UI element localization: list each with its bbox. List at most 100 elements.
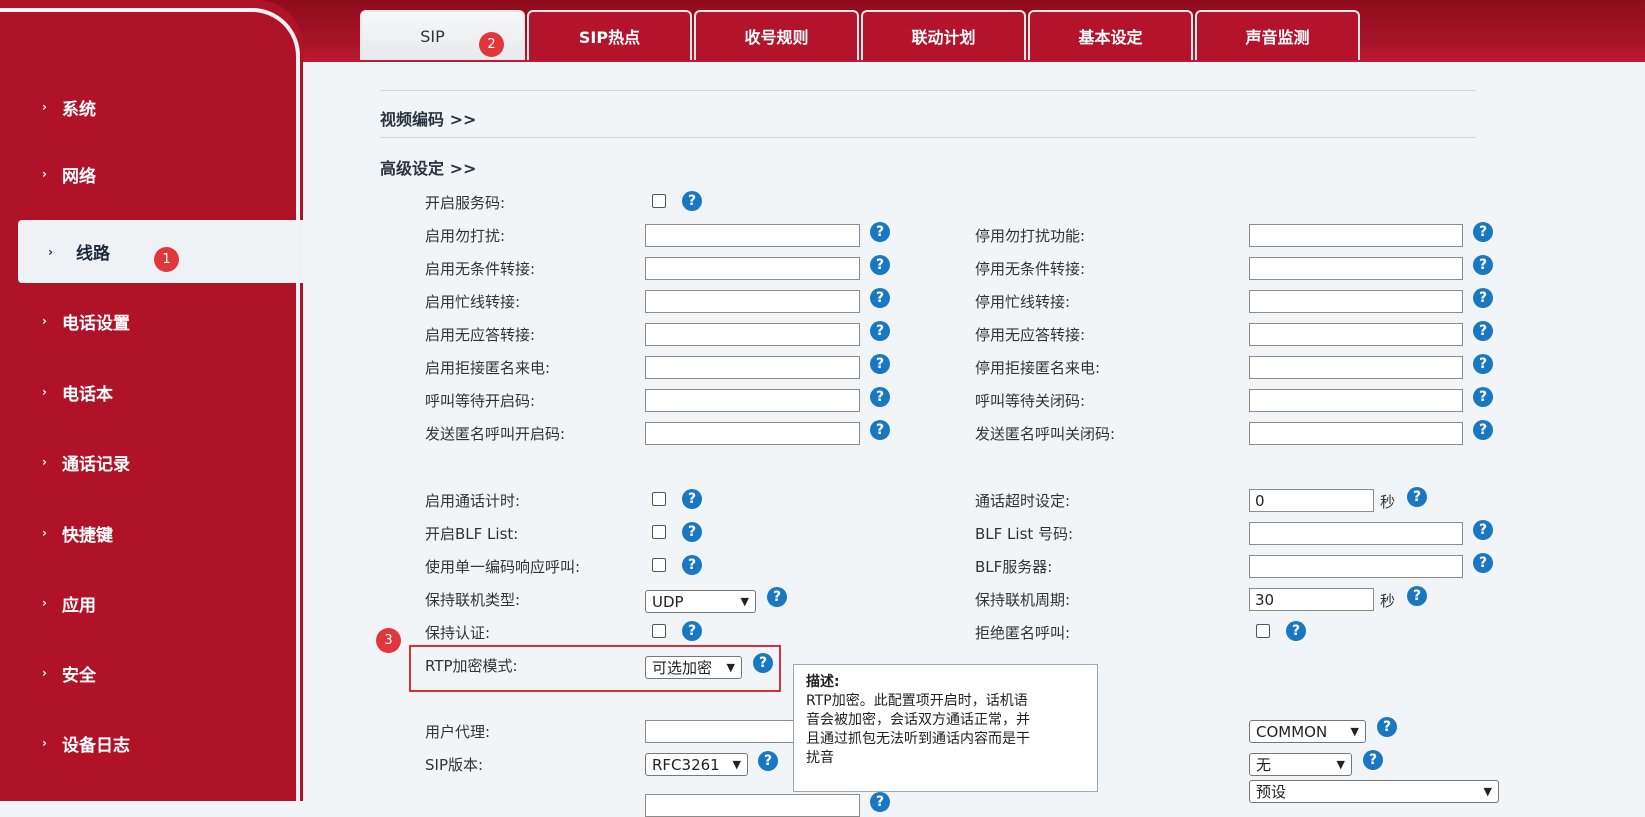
cfb-off-input[interactable] bbox=[1249, 290, 1463, 313]
enable-service-code-label: 开启服务码: bbox=[425, 194, 506, 212]
section-advanced[interactable]: 高级设定 >> bbox=[380, 155, 476, 179]
sidebar-item-device-log[interactable]: › 设备日志 bbox=[0, 712, 303, 774]
help-icon[interactable]: ? bbox=[1363, 750, 1383, 770]
cfb-off-label: 停用忙线转接: bbox=[975, 293, 1071, 311]
help-icon[interactable]: ? bbox=[1473, 255, 1493, 275]
section-video-codec[interactable]: 视频编码 >> bbox=[380, 106, 476, 130]
help-icon[interactable]: ? bbox=[870, 222, 890, 242]
tab-basic-settings[interactable]: 基本设定 bbox=[1028, 10, 1193, 60]
chevron-down-icon: ▼ bbox=[1336, 758, 1345, 771]
call-timeout-input[interactable]: 0 bbox=[1249, 489, 1374, 512]
help-icon[interactable]: ? bbox=[1473, 354, 1493, 374]
help-icon[interactable]: ? bbox=[1407, 586, 1427, 606]
reject-anon-off-input[interactable] bbox=[1249, 356, 1463, 379]
help-icon[interactable]: ? bbox=[753, 653, 773, 673]
help-icon[interactable]: ? bbox=[1473, 222, 1493, 242]
help-icon[interactable]: ? bbox=[870, 792, 890, 812]
dnd-on-input[interactable] bbox=[645, 224, 860, 247]
help-icon[interactable]: ? bbox=[1473, 321, 1493, 341]
dnd-off-input[interactable] bbox=[1249, 224, 1463, 247]
blf-number-input[interactable] bbox=[1249, 522, 1463, 545]
help-icon[interactable]: ? bbox=[870, 387, 890, 407]
blf-list-checkbox[interactable] bbox=[652, 525, 666, 539]
help-icon[interactable]: ? bbox=[1286, 621, 1306, 641]
help-icon[interactable]: ? bbox=[1407, 487, 1427, 507]
help-icon[interactable]: ? bbox=[1473, 387, 1493, 407]
tab-label: 收号规则 bbox=[744, 28, 809, 47]
chevron-right-icon: › bbox=[42, 526, 47, 540]
none-select[interactable]: 无 ▼ bbox=[1249, 753, 1352, 776]
enable-service-code-checkbox[interactable] bbox=[652, 194, 666, 208]
sidebar-item-network[interactable]: › 网络 bbox=[0, 143, 303, 205]
cfna-on-input[interactable] bbox=[645, 323, 860, 346]
cfb-on-label: 启用忙线转接: bbox=[425, 293, 521, 311]
chevron-down-icon: ▼ bbox=[732, 758, 741, 771]
keepalive-auth-checkbox[interactable] bbox=[652, 624, 666, 638]
help-icon[interactable]: ? bbox=[870, 321, 890, 341]
rtp-mode-label: RTP加密模式: bbox=[425, 657, 518, 675]
call-timer-checkbox[interactable] bbox=[652, 492, 666, 506]
blf-server-input[interactable] bbox=[1249, 555, 1463, 578]
help-icon[interactable]: ? bbox=[1473, 288, 1493, 308]
tab-label: 声音监测 bbox=[1245, 28, 1310, 47]
step-badge-2: 2 bbox=[479, 32, 504, 57]
sidebar-item-phonebook[interactable]: › 电话本 bbox=[0, 361, 303, 423]
cw-off-input[interactable] bbox=[1249, 389, 1463, 412]
local-port-input[interactable] bbox=[645, 794, 860, 817]
sidebar-item-shortcuts[interactable]: › 快捷键 bbox=[0, 502, 303, 564]
seconds-unit: 秒 bbox=[1380, 493, 1396, 511]
common-select[interactable]: COMMON ▼ bbox=[1249, 720, 1366, 743]
tab-sound-monitor[interactable]: 声音监测 bbox=[1195, 10, 1360, 60]
keepalive-period-input[interactable]: 30 bbox=[1249, 588, 1374, 611]
blf-server-label: BLF服务器: bbox=[975, 558, 1053, 576]
sidebar-item-call-log[interactable]: › 通话记录 bbox=[0, 431, 303, 493]
help-icon[interactable]: ? bbox=[870, 354, 890, 374]
help-icon[interactable]: ? bbox=[870, 420, 890, 440]
sidebar-item-security[interactable]: › 安全 bbox=[0, 642, 303, 704]
tab-sip-hotspot[interactable]: SIP热点 bbox=[527, 10, 692, 60]
rtp-mode-select[interactable]: 可选加密 ▼ bbox=[645, 656, 742, 679]
reject-anon-on-input[interactable] bbox=[645, 356, 860, 379]
cfna-off-label: 停用无应答转接: bbox=[975, 326, 1086, 344]
help-icon[interactable]: ? bbox=[1377, 717, 1397, 737]
help-icon[interactable]: ? bbox=[1473, 520, 1493, 540]
user-agent-input[interactable] bbox=[645, 720, 795, 743]
chevron-right-icon: › bbox=[42, 314, 47, 328]
chevron-down-icon: ▼ bbox=[726, 661, 735, 674]
sidebar-item-system[interactable]: › 系统 bbox=[0, 76, 303, 138]
tab-linkage-plan[interactable]: 联动计划 bbox=[861, 10, 1026, 60]
keepalive-type-select[interactable]: UDP ▼ bbox=[645, 590, 756, 613]
help-icon[interactable]: ? bbox=[1473, 420, 1493, 440]
help-icon[interactable]: ? bbox=[682, 522, 702, 542]
anon-call-off-label: 发送匿名呼叫关闭码: bbox=[975, 425, 1116, 443]
help-icon[interactable]: ? bbox=[767, 587, 787, 607]
preset-select[interactable]: 预设 ▼ bbox=[1249, 780, 1499, 803]
keepalive-auth-label: 保持认证: bbox=[425, 624, 491, 642]
cfb-on-input[interactable] bbox=[645, 290, 860, 313]
tab-label: 基本设定 bbox=[1078, 28, 1143, 47]
help-icon[interactable]: ? bbox=[870, 288, 890, 308]
sip-version-select[interactable]: RFC3261 ▼ bbox=[645, 753, 748, 776]
cfu-on-input[interactable] bbox=[645, 257, 860, 280]
reject-anon-call-checkbox[interactable] bbox=[1256, 624, 1270, 638]
divider bbox=[380, 137, 1476, 138]
anon-call-off-input[interactable] bbox=[1249, 422, 1463, 445]
help-icon[interactable]: ? bbox=[682, 555, 702, 575]
cw-on-input[interactable] bbox=[645, 389, 860, 412]
single-codec-checkbox[interactable] bbox=[652, 558, 666, 572]
tab-dial-rules[interactable]: 收号规则 bbox=[694, 10, 859, 60]
cfu-off-input[interactable] bbox=[1249, 257, 1463, 280]
sidebar-item-apps[interactable]: › 应用 bbox=[0, 572, 303, 634]
help-icon[interactable]: ? bbox=[758, 751, 778, 771]
chevron-down-icon: ▼ bbox=[740, 595, 749, 608]
cfna-off-input[interactable] bbox=[1249, 323, 1463, 346]
help-icon[interactable]: ? bbox=[682, 621, 702, 641]
chevron-right-icon: › bbox=[48, 244, 53, 259]
help-icon[interactable]: ? bbox=[1473, 553, 1493, 573]
tooltip-title: 描述: bbox=[806, 674, 840, 690]
sidebar-item-phone-settings[interactable]: › 电话设置 bbox=[0, 290, 303, 352]
help-icon[interactable]: ? bbox=[682, 489, 702, 509]
anon-call-on-input[interactable] bbox=[645, 422, 860, 445]
help-icon[interactable]: ? bbox=[682, 191, 702, 211]
help-icon[interactable]: ? bbox=[870, 255, 890, 275]
